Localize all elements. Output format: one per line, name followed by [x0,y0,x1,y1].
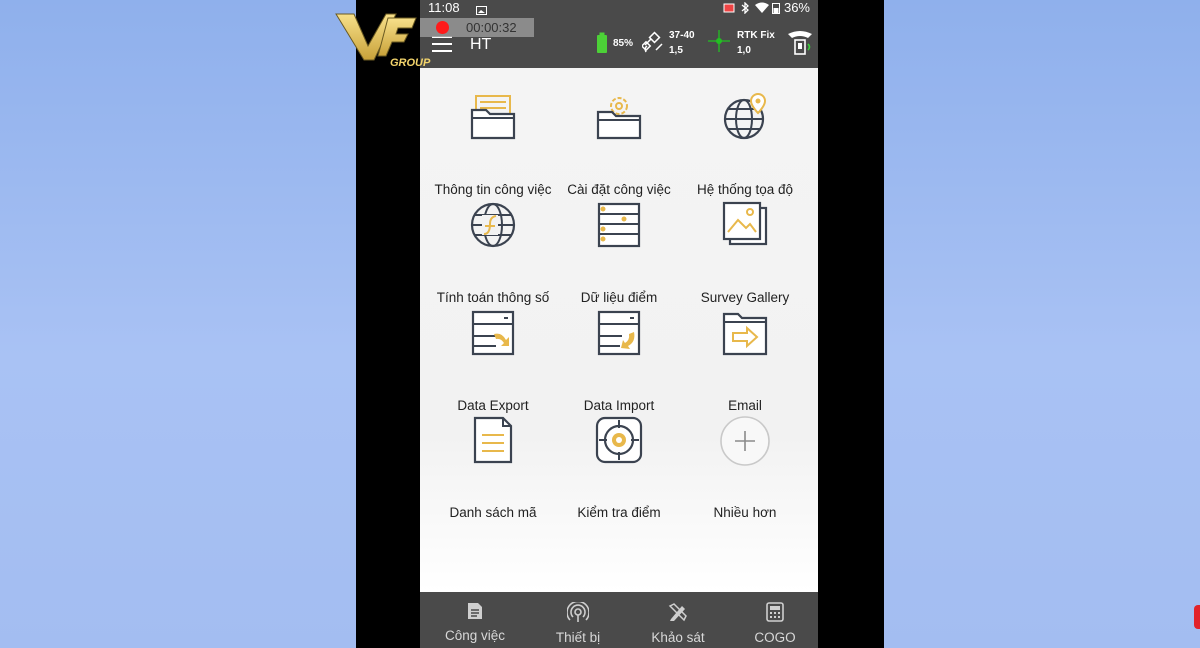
side-tab-marker [1194,605,1200,629]
globe-calc-icon [470,202,516,248]
app-title: HT [470,36,492,53]
grid-item-data-export[interactable]: Data Export [428,308,558,413]
code-list-icon [473,416,513,464]
bluetooth-icon [741,1,750,15]
nav-label: Công việc [444,628,506,643]
grid-label: Nhiều hơn [713,505,777,520]
crosshair-icon [708,30,730,52]
nav-label: COGO [754,630,796,645]
job-settings-folder-icon [596,97,642,140]
point-data-icon [597,202,641,248]
nav-label: Thiết bị [555,630,601,645]
grid-item-survey-gallery[interactable]: Survey Gallery [680,200,810,305]
survey-pen-icon [668,603,687,622]
grid-label: Hệ thống tọa độ [696,182,794,197]
target-icon [595,416,643,464]
wifi-icon [754,2,769,13]
hamburger-menu-icon[interactable] [432,36,452,52]
nav-tab-survey[interactable]: Khảo sát [628,592,728,648]
battery-percent: 36% [783,0,810,15]
antenna-icon [567,602,589,622]
grid-item-check-point[interactable]: Kiểm tra điểm [554,415,684,520]
data-import-icon [597,310,641,356]
globe-pin-icon [723,92,767,140]
gallery-icon [722,201,768,246]
grid-label: Survey Gallery [700,290,790,305]
cast-icon [723,3,735,13]
satellite-pdop: 1,5 [669,45,683,56]
nav-label: Khảo sát [651,630,705,645]
satellite-count: 37-40 [669,30,695,41]
nav-tab-jobs[interactable]: Công việc [425,592,525,648]
receiver-icon[interactable] [786,28,814,63]
record-dot-icon [436,21,449,34]
grid-item-more[interactable]: Nhiều hơn [680,415,810,520]
grid-item-calc-params[interactable]: Tính toán thông số [428,200,558,305]
status-right: 36% [723,0,810,15]
recording-time: 00:00:32 [466,20,517,35]
device-battery-value: 85% [613,38,634,49]
screen-recorder-indicator[interactable]: 00:00:32 [420,18,534,37]
email-folder-icon [722,312,768,356]
grid-item-data-import[interactable]: Data Import [554,308,684,413]
status-bar: 11:08 36% [420,0,818,16]
battery-icon [772,3,781,14]
grid-item-coordinate-system[interactable]: Hệ thống tọa độ [680,92,810,197]
grid-item-job-info[interactable]: Thông tin công việc [428,92,558,197]
device-battery-icon [597,32,607,53]
plus-circle-icon [720,416,770,466]
rtk-fix-label: RTK Fix [737,30,775,41]
gallery-notification-icon [476,3,487,18]
grid-item-code-list[interactable]: Danh sách mã [428,415,558,520]
grid-item-job-settings[interactable]: Cài đặt công việc [554,92,684,197]
main-content: Thông tin công việc Cài đặt công việc Hệ… [420,68,818,592]
grid-item-email[interactable]: Email [680,308,810,413]
document-icon [468,603,482,619]
rtk-precision: 1,0 [737,45,751,56]
grid-label: Email [728,398,762,413]
bottom-nav: Công việc Thiết bị Khảo sát COGO [420,592,818,648]
calculator-icon [766,602,784,622]
nav-tab-devices[interactable]: Thiết bị [528,592,628,648]
job-info-folder-icon [470,95,516,140]
data-export-icon [471,310,515,356]
satellite-icon [642,31,663,53]
grid-item-point-data[interactable]: Dữ liệu điểm [554,200,684,305]
nav-tab-cogo[interactable]: COGO [725,592,825,648]
